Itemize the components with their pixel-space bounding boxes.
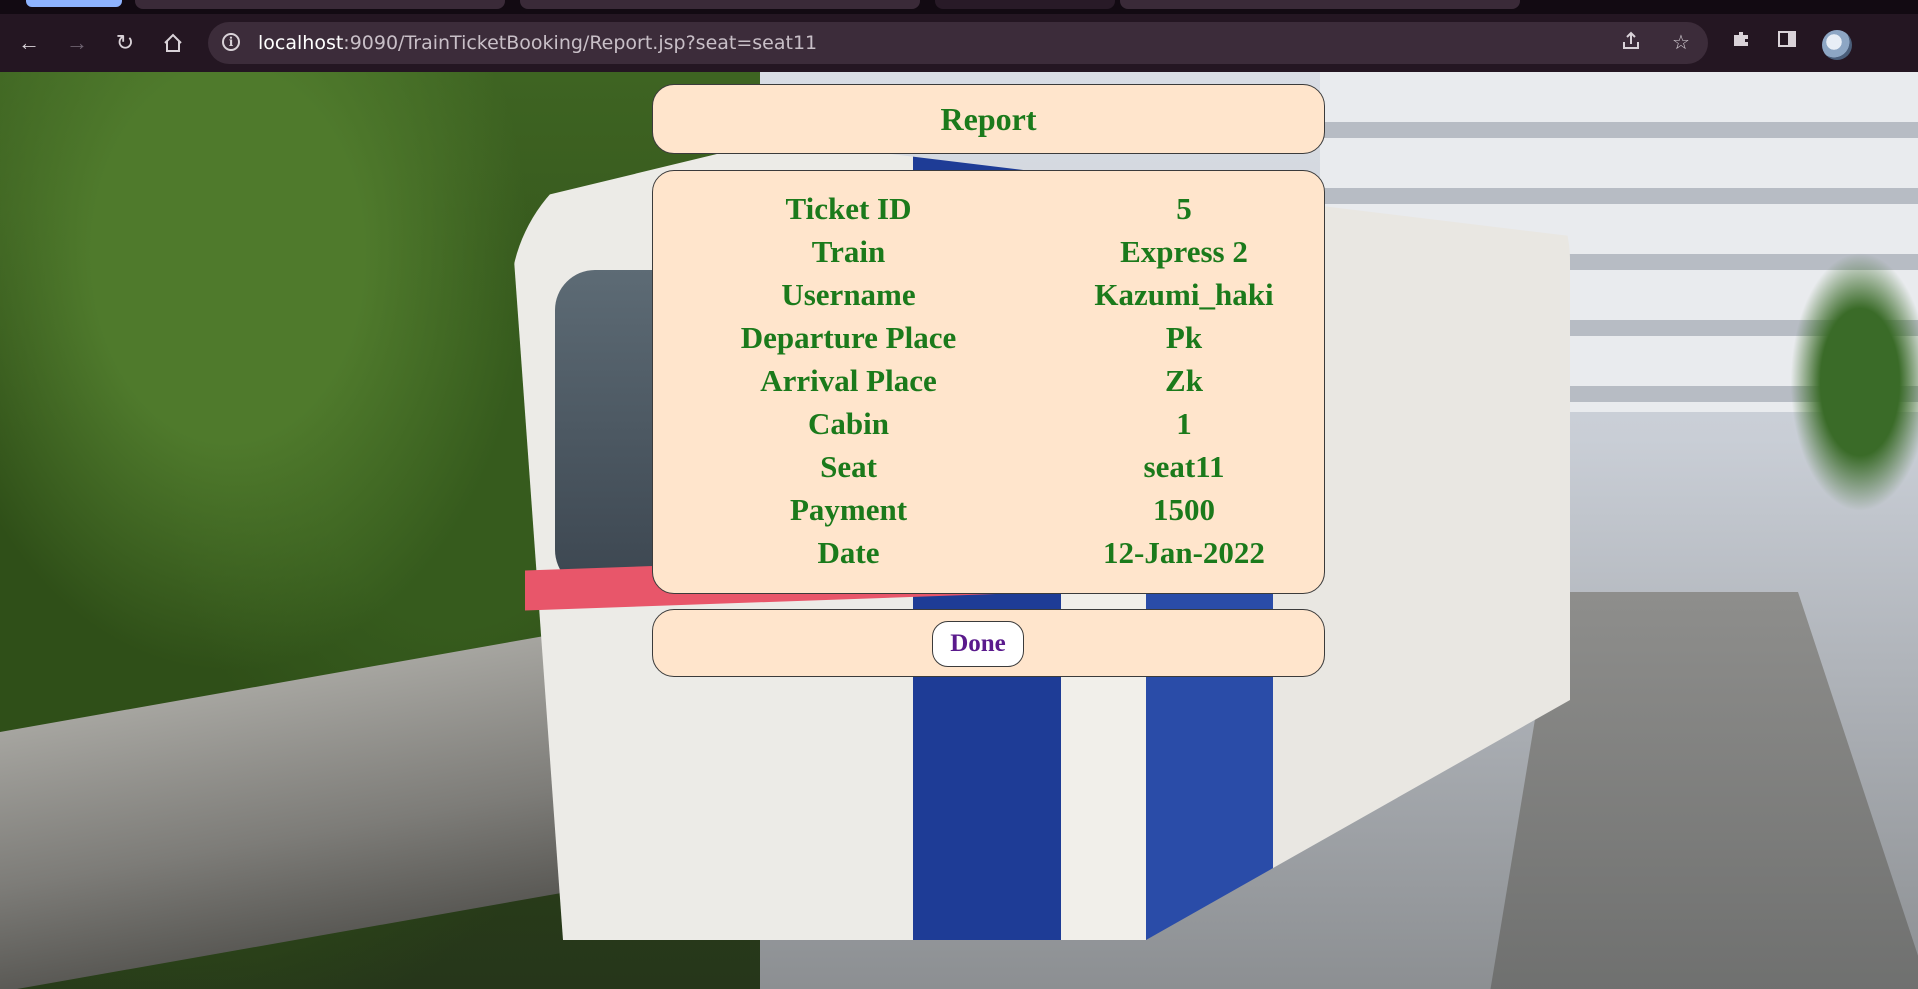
row-value: Zk — [1165, 362, 1203, 398]
row-value: 12-Jan-2022 — [1103, 534, 1265, 570]
url-host: localhost — [258, 32, 344, 54]
tab[interactable] — [135, 0, 505, 9]
browser-toolbar: ← → ↻ i localhost:9090/TrainTicketBookin… — [0, 14, 1918, 72]
report-title-panel: Report — [652, 84, 1325, 154]
tab[interactable] — [935, 0, 1115, 9]
tab[interactable] — [1120, 0, 1520, 9]
row-label: Departure Place — [740, 319, 957, 355]
row-label: Arrival Place — [760, 362, 937, 398]
table-row: Cabin 1 — [653, 402, 1324, 445]
table-row: Departure Place Pk — [653, 316, 1324, 359]
tab-active-indicator — [26, 0, 122, 7]
address-bar[interactable]: i localhost:9090/TrainTicketBooking/Repo… — [208, 22, 1708, 64]
avatar[interactable] — [1822, 30, 1852, 60]
table-row: Train Express 2 — [653, 230, 1324, 273]
row-value: 5 — [1176, 190, 1192, 226]
background-trees-right — [1790, 252, 1918, 512]
row-label: Date — [817, 534, 880, 570]
star-icon[interactable]: ☆ — [1668, 30, 1694, 56]
url-path: :9090/TrainTicketBooking/Report.jsp?seat… — [343, 32, 818, 54]
back-arrow-icon[interactable]: ← — [14, 28, 44, 58]
url-text[interactable]: localhost:9090/TrainTicketBooking/Report… — [258, 32, 817, 54]
row-label: Payment — [789, 491, 908, 527]
tab[interactable] — [520, 0, 920, 9]
page-title: Report — [940, 100, 1037, 137]
row-label: Train — [811, 233, 886, 269]
row-label: Ticket ID — [785, 190, 912, 226]
row-value: Express 2 — [1120, 233, 1248, 269]
row-value: Kazumi_haki — [1094, 276, 1274, 312]
row-label: Username — [781, 276, 916, 312]
table-row: Arrival Place Zk — [653, 359, 1324, 402]
forward-arrow-icon[interactable]: → — [62, 28, 92, 58]
report-table: Ticket ID 5 Train Express 2 Username Kaz… — [653, 187, 1324, 574]
home-icon[interactable] — [158, 28, 188, 58]
reload-icon[interactable]: ↻ — [110, 28, 140, 58]
done-button[interactable]: Done — [932, 621, 1024, 667]
tab-strip — [0, 0, 1918, 14]
info-icon[interactable]: i — [222, 33, 240, 51]
share-icon[interactable] — [1618, 30, 1644, 56]
puzzle-icon[interactable] — [1726, 28, 1756, 58]
report-details-panel: Ticket ID 5 Train Express 2 Username Kaz… — [652, 170, 1325, 594]
row-value: seat11 — [1143, 448, 1225, 484]
row-label: Cabin — [808, 405, 889, 441]
side-panel-icon[interactable] — [1772, 28, 1802, 58]
row-value: Pk — [1165, 319, 1203, 355]
table-row: Payment 1500 — [653, 488, 1324, 531]
row-value: 1 — [1176, 405, 1192, 441]
row-label: Seat — [820, 448, 877, 484]
table-row: Date 12-Jan-2022 — [653, 531, 1324, 574]
table-row: Ticket ID 5 — [653, 187, 1324, 230]
table-row: Seat seat11 — [653, 445, 1324, 488]
report-actions-panel: Done — [652, 609, 1325, 677]
table-row: Username Kazumi_haki — [653, 273, 1324, 316]
row-value: 1500 — [1153, 491, 1215, 527]
